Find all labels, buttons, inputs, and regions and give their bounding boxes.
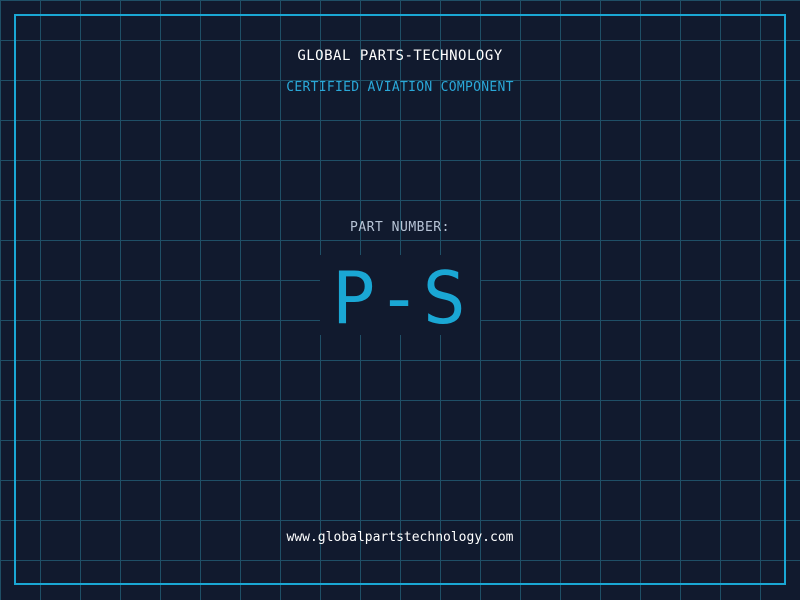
part-number-label: PART NUMBER: (350, 220, 450, 235)
website-url[interactable]: www.globalpartstechnology.com (0, 530, 800, 545)
company-name: GLOBAL PARTS-TECHNOLOGY (297, 48, 503, 64)
certification-subtitle: CERTIFIED AVIATION COMPONENT (286, 80, 514, 95)
part-number-value: P-S (331, 256, 469, 340)
certificate-card: GLOBAL PARTS-TECHNOLOGY CERTIFIED AVIATI… (0, 0, 800, 600)
